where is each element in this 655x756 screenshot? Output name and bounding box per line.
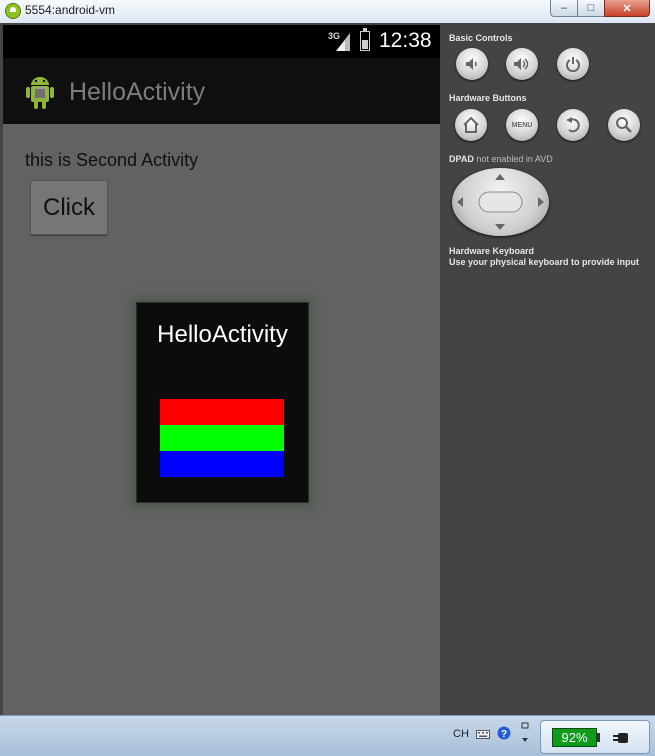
language-indicator[interactable]: CH	[453, 728, 469, 740]
battery-status[interactable]: 92%	[540, 720, 650, 754]
emulator-controls-panel: Basic Controls Hardware Buttons MENU DPA…	[440, 23, 655, 715]
second-activity-label: this is Second Activity	[25, 150, 199, 170]
keyboard-icon[interactable]	[476, 728, 490, 740]
device-screen[interactable]: 3G 12:38 HelloActivity this is Second Ac…	[3, 25, 440, 715]
svg-text:?: ?	[501, 729, 507, 740]
dpad-title: DPAD	[449, 154, 474, 164]
volume-up-icon	[514, 58, 529, 70]
click-button[interactable]: Click	[30, 180, 108, 235]
emulator-frame: 3G 12:38 HelloActivity this is Second Ac…	[0, 23, 655, 715]
battery-icon	[360, 28, 370, 51]
hardware-keyboard-label: Hardware Keyboard	[449, 246, 535, 256]
window-title: 5554:android-vm	[25, 3, 116, 17]
window-titlebar: 5554:android-vm – □ ✕	[0, 0, 655, 24]
hardware-buttons-label: Hardware Buttons	[449, 93, 527, 103]
action-bar: HelloActivity	[3, 58, 440, 124]
taskbar: CH ? 92%	[0, 715, 655, 756]
basic-controls-label: Basic Controls	[449, 33, 513, 43]
dpad[interactable]	[452, 168, 549, 236]
signal-icon	[336, 33, 350, 51]
volume-down-icon	[466, 58, 477, 70]
status-clock: 12:38	[379, 29, 432, 52]
restore-toggle-icon[interactable]	[520, 722, 530, 748]
dpad-arrows-icon	[457, 174, 544, 230]
power-plug-icon	[613, 733, 628, 743]
home-button[interactable]	[455, 109, 487, 141]
search-button[interactable]	[608, 109, 640, 141]
action-bar-title: HelloActivity	[69, 78, 206, 106]
menu-button[interactable]: MENU	[506, 109, 538, 141]
android-app-icon	[5, 3, 21, 19]
power-icon	[566, 57, 580, 72]
dpad-status: not enabled in AVD	[476, 154, 553, 164]
battery-percent: 92%	[552, 728, 597, 747]
volume-up-button[interactable]	[506, 48, 538, 80]
search-icon	[616, 117, 632, 133]
activity-content: this is Second Activity Click HelloActiv…	[3, 124, 440, 715]
maximize-button[interactable]: □	[577, 0, 605, 17]
dialog-title: HelloActivity	[157, 321, 288, 348]
green-bar	[160, 425, 284, 451]
red-bar	[160, 399, 284, 425]
hello-activity-dialog[interactable]: HelloActivity	[136, 302, 309, 503]
close-button[interactable]: ✕	[604, 0, 650, 17]
status-bar: 3G 12:38	[3, 25, 440, 58]
help-icon[interactable]: ?	[497, 726, 511, 740]
android-robot-icon	[26, 77, 54, 109]
back-icon	[566, 117, 580, 133]
battery-cap	[597, 733, 600, 742]
back-button[interactable]	[557, 109, 589, 141]
minimize-button[interactable]: –	[550, 0, 578, 17]
power-button[interactable]	[557, 48, 589, 80]
volume-down-button[interactable]	[456, 48, 488, 80]
home-icon	[463, 116, 479, 133]
dpad-label: DPAD not enabled in AVD	[449, 154, 553, 164]
blue-bar	[160, 451, 284, 477]
hardware-keyboard-note: Use your physical keyboard to provide in…	[449, 257, 640, 267]
